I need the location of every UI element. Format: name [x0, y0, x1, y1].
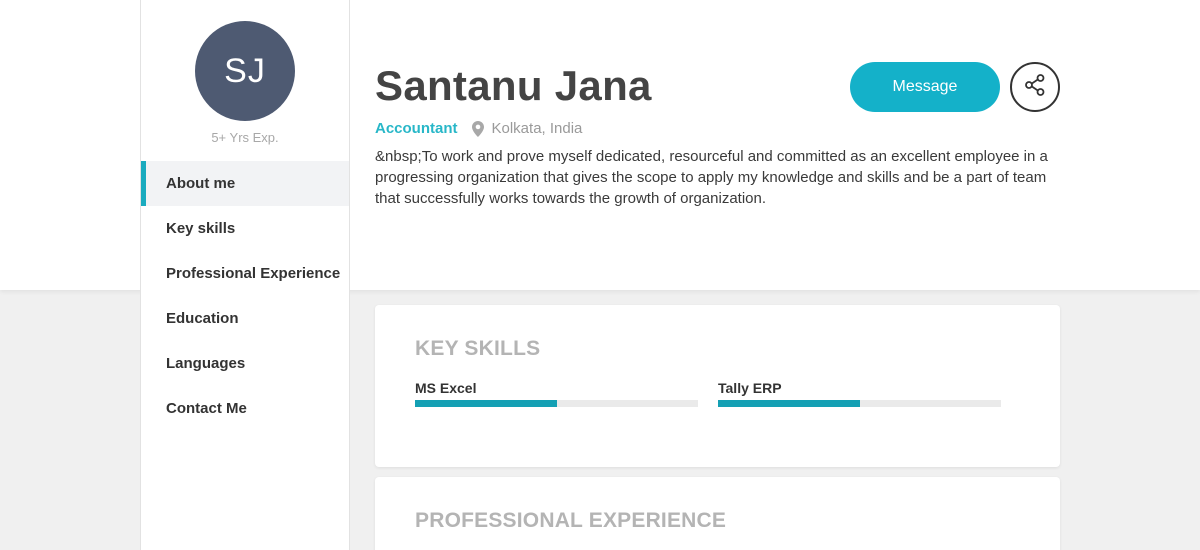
profile-page: SJ 5+ Yrs Exp. About me Key skills Profe…	[0, 0, 1200, 550]
skill-name: MS Excel	[415, 380, 477, 396]
skill-item: MS Excel	[415, 380, 698, 407]
skill-bar-track	[718, 400, 1001, 407]
sidebar-item-about-me[interactable]: About me	[141, 161, 349, 206]
experience-years: 5+ Yrs Exp.	[211, 130, 279, 145]
professional-experience-card: PROFESSIONAL EXPERIENCE	[375, 477, 1060, 550]
profile-role: Accountant	[375, 120, 458, 137]
share-button[interactable]	[1010, 62, 1060, 112]
about-text: &nbsp;To work and prove myself dedicated…	[375, 148, 1048, 207]
location-pin-icon	[471, 120, 484, 137]
skill-name: Tally ERP	[718, 380, 782, 396]
skill-bar-fill	[718, 400, 860, 407]
profile-name: Santanu Jana	[375, 62, 652, 109]
avatar: SJ	[195, 21, 295, 121]
sidebar-item-key-skills[interactable]: Key skills	[141, 206, 349, 251]
key-skills-title: KEY SKILLS	[415, 337, 541, 360]
sidebar-item-contact-me[interactable]: Contact Me	[141, 386, 349, 431]
sidebar-item-professional-experience[interactable]: Professional Experience	[141, 251, 349, 296]
sidebar: SJ 5+ Yrs Exp. About me Key skills Profe…	[140, 0, 350, 550]
profile-location: Kolkata, India	[491, 120, 583, 137]
skill-bar-fill	[415, 400, 557, 407]
sidebar-nav: About me Key skills Professional Experie…	[141, 161, 349, 431]
sidebar-item-languages[interactable]: Languages	[141, 341, 349, 386]
skill-item: Tally ERP	[718, 380, 1001, 407]
message-button[interactable]: Message	[850, 62, 1000, 112]
profile-meta: Accountant Kolkata, India	[375, 120, 582, 137]
skill-bar-track	[415, 400, 698, 407]
professional-experience-title: PROFESSIONAL EXPERIENCE	[415, 509, 727, 532]
avatar-initials: SJ	[224, 51, 266, 90]
sidebar-item-education[interactable]: Education	[141, 296, 349, 341]
key-skills-card: KEY SKILLS MS Excel Tally ERP	[375, 305, 1060, 467]
share-icon	[1023, 73, 1047, 102]
